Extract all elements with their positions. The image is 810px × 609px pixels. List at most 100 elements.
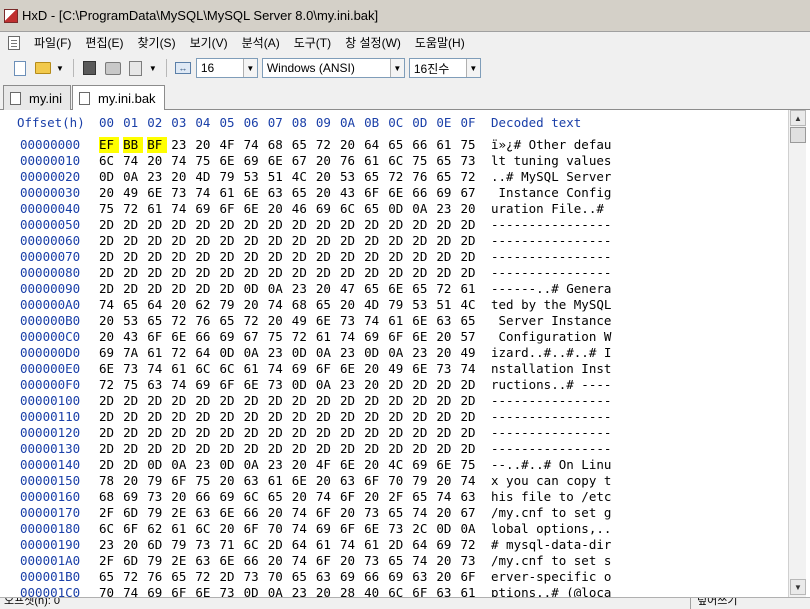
hex-byte[interactable]: 61 <box>364 153 384 169</box>
hex-byte[interactable]: 2D <box>123 265 143 281</box>
hex-byte[interactable]: 65 <box>99 569 119 585</box>
hex-byte[interactable]: 2D <box>292 265 312 281</box>
hex-byte[interactable]: 2D <box>268 537 288 553</box>
hex-byte[interactable]: 20 <box>364 377 384 393</box>
hex-byte[interactable]: 61 <box>220 185 240 201</box>
hex-byte[interactable]: 68 <box>268 137 288 153</box>
hex-byte[interactable]: 2D <box>195 425 215 441</box>
hex-byte[interactable]: 2D <box>268 441 288 457</box>
hex-byte[interactable]: 2D <box>220 393 240 409</box>
hex-byte[interactable]: 79 <box>171 537 191 553</box>
hex-byte[interactable]: 2D <box>268 233 288 249</box>
hex-byte[interactable]: 6F <box>364 185 384 201</box>
hex-byte[interactable]: 2D <box>244 233 264 249</box>
hex-byte[interactable]: 2D <box>340 409 360 425</box>
hex-byte[interactable]: 20 <box>123 537 143 553</box>
hex-byte[interactable]: 69 <box>99 345 119 361</box>
hex-byte[interactable]: 65 <box>316 297 336 313</box>
hex-byte[interactable]: 2D <box>388 217 408 233</box>
hex-byte[interactable]: 67 <box>461 185 481 201</box>
menu-view[interactable]: 보기(V) <box>183 32 235 54</box>
hex-byte[interactable]: 2D <box>123 393 143 409</box>
hex-byte[interactable]: 2D <box>171 441 191 457</box>
chevron-down-icon[interactable]: ▼ <box>389 59 404 77</box>
hex-byte[interactable]: 23 <box>171 137 191 153</box>
hex-byte[interactable]: 20 <box>436 345 456 361</box>
hex-byte[interactable]: 67 <box>292 153 312 169</box>
hex-byte[interactable]: 2D <box>436 441 456 457</box>
hex-byte[interactable]: 20 <box>436 329 456 345</box>
decoded-text[interactable]: ------..# Genera <box>491 281 611 297</box>
hex-byte[interactable]: 2D <box>388 441 408 457</box>
hex-byte[interactable]: 20 <box>436 505 456 521</box>
hex-byte[interactable]: 2D <box>412 409 432 425</box>
hex-byte[interactable]: 0A <box>268 281 288 297</box>
hex-byte[interactable]: 6E <box>268 153 288 169</box>
hex-byte[interactable]: 23 <box>436 201 456 217</box>
hex-byte[interactable]: 0D <box>292 345 312 361</box>
hex-byte[interactable]: 73 <box>364 505 384 521</box>
hex-byte[interactable]: 0A <box>316 345 336 361</box>
hex-byte[interactable]: 20 <box>340 505 360 521</box>
hex-byte[interactable]: 4C <box>292 169 312 185</box>
hex-byte[interactable]: 73 <box>220 585 240 597</box>
hex-byte[interactable]: 2D <box>147 409 167 425</box>
hex-byte[interactable]: 6C <box>244 489 264 505</box>
hex-byte[interactable]: 2D <box>461 425 481 441</box>
hex-byte[interactable]: 72 <box>171 345 191 361</box>
hex-byte[interactable]: 0A <box>412 201 432 217</box>
hex-byte[interactable]: 65 <box>388 137 408 153</box>
hex-byte[interactable]: 20 <box>316 169 336 185</box>
hex-byte[interactable]: 2D <box>171 217 191 233</box>
hex-byte[interactable]: 2D <box>292 233 312 249</box>
hex-byte[interactable]: 65 <box>292 185 312 201</box>
hex-byte[interactable]: 2D <box>340 265 360 281</box>
file-properties-button[interactable] <box>126 58 146 78</box>
hex-byte[interactable]: 20 <box>147 153 167 169</box>
hex-byte[interactable]: 74 <box>195 185 215 201</box>
hex-byte[interactable]: 74 <box>292 521 312 537</box>
hex-byte[interactable]: 2D <box>123 281 143 297</box>
hex-byte[interactable]: 2D <box>123 249 143 265</box>
hex-byte[interactable]: BF <box>147 137 168 153</box>
hex-byte[interactable]: 0A <box>461 521 481 537</box>
hex-byte[interactable]: 2D <box>244 393 264 409</box>
hex-byte[interactable]: 6F <box>147 329 167 345</box>
hex-byte[interactable]: 2D <box>316 265 336 281</box>
hex-byte[interactable]: 69 <box>436 185 456 201</box>
hex-byte[interactable]: 72 <box>461 169 481 185</box>
decoded-text[interactable]: Server Instance <box>491 313 612 329</box>
hex-byte[interactable]: 6C <box>195 361 215 377</box>
hex-byte[interactable]: 2D <box>123 217 143 233</box>
hex-byte[interactable]: 20 <box>195 137 215 153</box>
hex-byte[interactable]: 73 <box>147 489 167 505</box>
hex-byte[interactable]: 0D <box>244 281 264 297</box>
hex-byte[interactable]: 2D <box>220 265 240 281</box>
hex-byte[interactable]: 0D <box>364 345 384 361</box>
hex-byte[interactable]: 69 <box>316 201 336 217</box>
hex-byte[interactable]: 74 <box>340 329 360 345</box>
hex-byte[interactable]: 2D <box>364 265 384 281</box>
hex-byte[interactable]: 2D <box>436 377 456 393</box>
hex-byte[interactable]: 53 <box>123 313 143 329</box>
hex-byte[interactable]: 2D <box>340 425 360 441</box>
hex-byte[interactable]: 2D <box>364 233 384 249</box>
hex-byte[interactable]: 7A <box>123 345 143 361</box>
hex-byte[interactable]: 6E <box>412 361 432 377</box>
chevron-down-icon[interactable]: ▼ <box>242 59 257 77</box>
hex-byte[interactable]: 2D <box>244 409 264 425</box>
hex-byte[interactable]: 6E <box>412 329 432 345</box>
hex-byte[interactable]: 20 <box>171 169 191 185</box>
hex-byte[interactable]: 2D <box>147 425 167 441</box>
hex-byte[interactable]: 61 <box>171 521 191 537</box>
hex-byte[interactable]: 20 <box>268 313 288 329</box>
chevron-down-icon[interactable]: ▼ <box>465 59 480 77</box>
hex-byte[interactable]: 20 <box>316 281 336 297</box>
hex-byte[interactable]: 20 <box>268 553 288 569</box>
hex-byte[interactable]: 53 <box>412 297 432 313</box>
hex-byte[interactable]: 69 <box>436 537 456 553</box>
tab-my-ini[interactable]: my.ini <box>3 85 71 110</box>
hex-byte[interactable]: 20 <box>364 489 384 505</box>
hex-byte[interactable]: 61 <box>461 281 481 297</box>
hex-byte[interactable]: 69 <box>195 201 215 217</box>
